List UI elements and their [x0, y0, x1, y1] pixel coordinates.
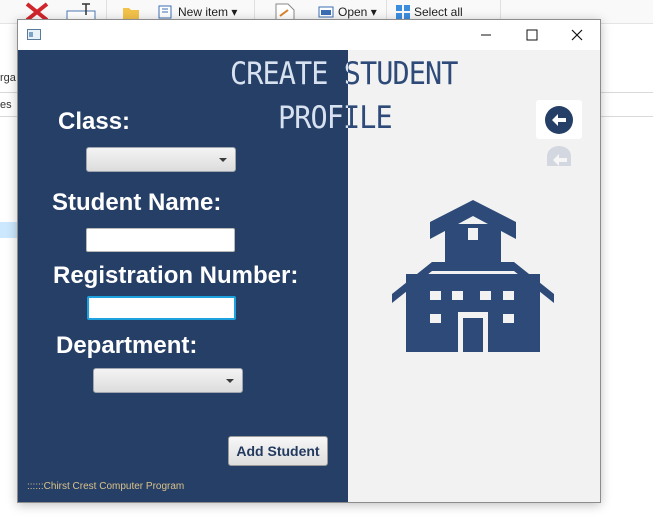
close-icon: [571, 29, 583, 41]
select-all-label: Select all: [414, 5, 463, 19]
delete-icon[interactable]: [24, 2, 50, 22]
registration-number-input[interactable]: [87, 296, 236, 320]
close-button[interactable]: [554, 20, 600, 50]
title-line-2: PROFILE: [348, 100, 393, 136]
open-label: Open ▾: [338, 5, 377, 19]
select-all-button[interactable]: Select all: [395, 4, 463, 20]
selected-nav-item[interactable]: [0, 222, 18, 238]
registration-number-label: Registration Number:: [53, 262, 299, 289]
title-line-1: CREATE STUDENT: [348, 56, 458, 92]
department-label: Department:: [56, 332, 198, 359]
class-select[interactable]: [86, 147, 236, 172]
footer-credit: ::::::Chirst Crest Computer Program: [27, 481, 185, 492]
arrow-left-circle-icon: [545, 105, 573, 134]
maximize-icon: [526, 29, 538, 41]
new-item-icon: [158, 5, 172, 19]
school-building-icon: [392, 200, 554, 352]
side-fragment: rga: [0, 72, 16, 84]
back-button[interactable]: [536, 100, 582, 139]
new-item-label: New item ▾: [178, 5, 238, 19]
open-button[interactable]: Open ▾: [318, 4, 377, 20]
minimize-icon: [481, 34, 491, 36]
rename-icon[interactable]: [66, 3, 96, 21]
new-item-button[interactable]: New item ▾: [158, 4, 237, 20]
student-name-input[interactable]: [86, 228, 235, 252]
chevron-down-icon: [226, 379, 234, 383]
minimize-button[interactable]: [463, 20, 509, 50]
select-all-icon: [396, 5, 410, 19]
side-fragment: es: [0, 99, 12, 111]
title-line-1: CREATE STUDENT: [230, 56, 348, 92]
properties-icon[interactable]: [274, 3, 298, 22]
create-profile-window: CREATE STUDENT PROFILE CREATE STUDENT PR…: [17, 19, 601, 503]
class-label: Class:: [58, 108, 131, 135]
open-icon: [318, 6, 334, 18]
title-line-2: PROFILE: [278, 100, 348, 136]
maximize-button[interactable]: [509, 20, 555, 50]
department-select[interactable]: [93, 368, 243, 393]
new-folder-icon[interactable]: [122, 4, 140, 20]
arrow-left-reflection-icon: [547, 146, 571, 166]
add-student-button[interactable]: Add Student: [228, 436, 328, 466]
app-icon: [27, 29, 41, 40]
title-bar[interactable]: [18, 20, 600, 50]
student-name-label: Student Name:: [52, 189, 222, 216]
chevron-down-icon: [219, 158, 227, 162]
